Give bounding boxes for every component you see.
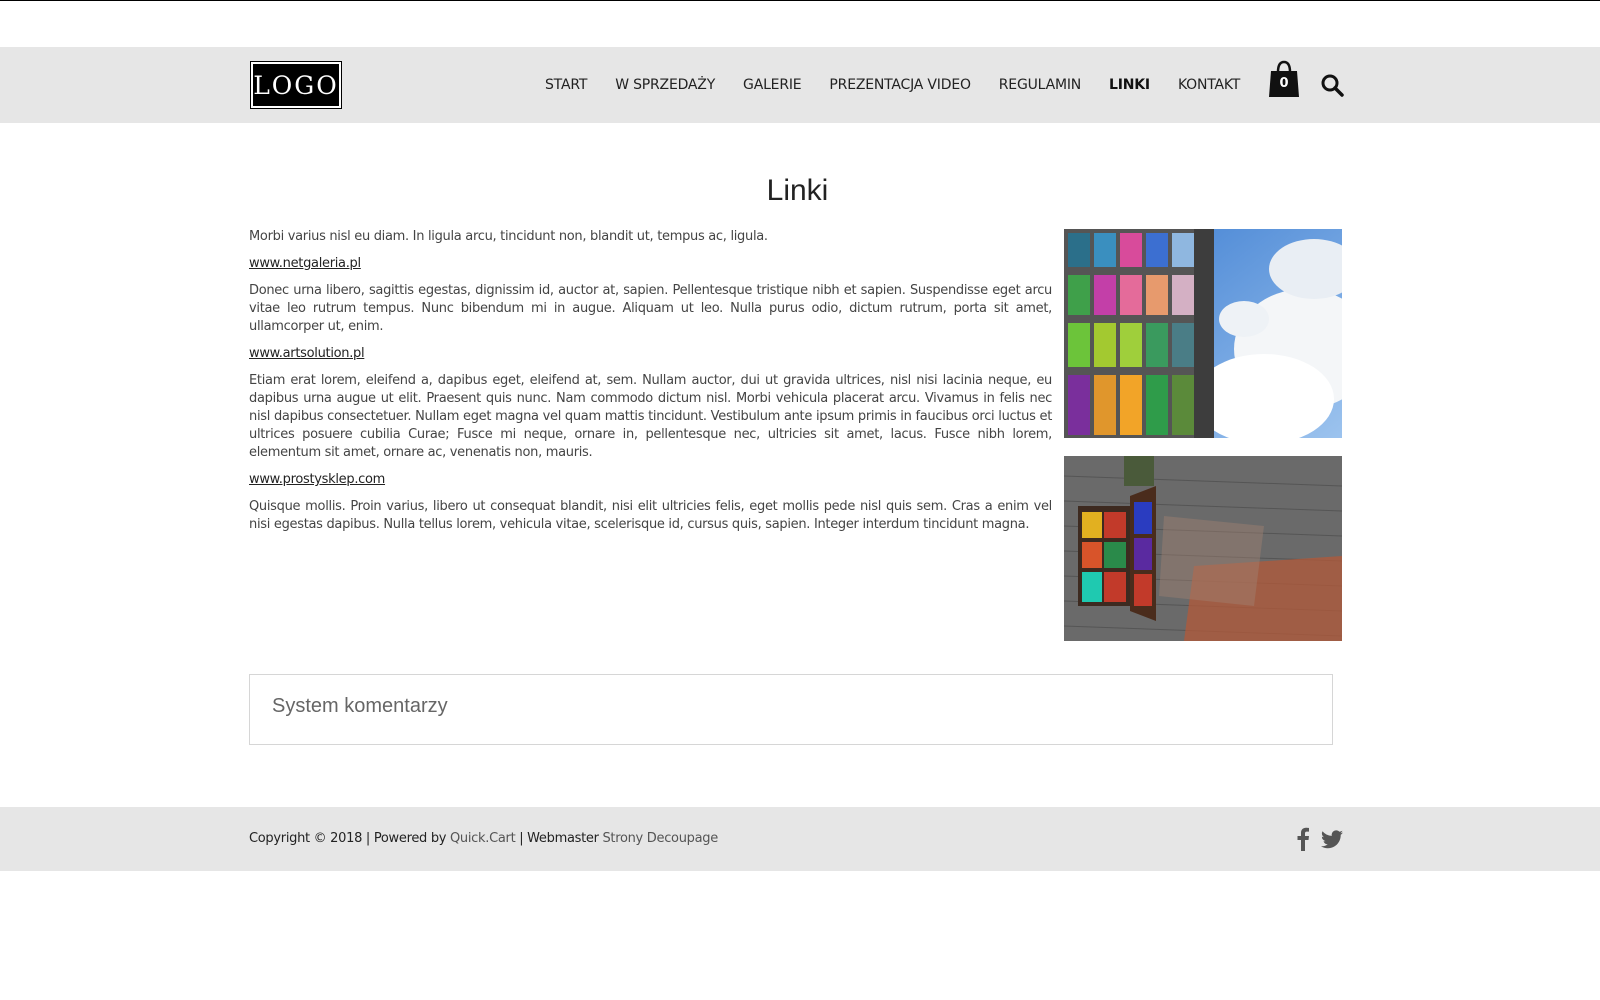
stained-glass-window-image	[1064, 456, 1342, 641]
site-footer: Copyright © 2018 | Powered by Quick.Cart…	[0, 807, 1600, 871]
content-paragraph: Etiam erat lorem, eleifend a, dapibus eg…	[249, 373, 1052, 460]
page-title: Linki	[766, 174, 829, 207]
nav-item-start[interactable]: START	[545, 77, 587, 93]
site-header: LOGO START W SPRZEDAŻY GALERIE PREZENTAC…	[0, 47, 1600, 123]
webmaster-link[interactable]: Strony Decoupage	[602, 831, 718, 846]
page-content: Morbi varius nisl eu diam. In ligula arc…	[249, 228, 1052, 543]
link-netgaleria[interactable]: www.netgaleria.pl	[249, 255, 361, 273]
search-icon	[1321, 74, 1344, 97]
footer-separator: | Webmaster	[515, 831, 603, 846]
nav-item-galerie[interactable]: GALERIE	[743, 77, 802, 93]
search-button[interactable]	[1320, 73, 1344, 97]
content-paragraph: Donec urna libero, sagittis egestas, dig…	[249, 283, 1052, 334]
nav-item-prezentacja-video[interactable]: PREZENTACJA VIDEO	[829, 77, 971, 93]
cart-button[interactable]: 0	[1268, 60, 1300, 98]
site-logo[interactable]: LOGO	[250, 61, 342, 109]
cart-count-badge: 0	[1279, 76, 1289, 91]
link-prostysklep[interactable]: www.prostysklep.com	[249, 471, 385, 489]
facebook-link[interactable]	[1296, 827, 1310, 851]
top-border	[0, 0, 1600, 1]
nav-item-w-sprzedazy[interactable]: W SPRZEDAŻY	[615, 77, 715, 93]
copyright-text: Copyright © 2018 | Powered by	[249, 831, 450, 846]
content-paragraph: Quisque mollis. Proin varius, libero ut …	[249, 499, 1052, 532]
content-paragraph: Morbi varius nisl eu diam. In ligula arc…	[249, 229, 768, 244]
twitter-icon	[1321, 830, 1343, 849]
nav-item-kontakt[interactable]: KONTAKT	[1178, 77, 1240, 93]
nav-item-regulamin[interactable]: REGULAMIN	[999, 77, 1081, 93]
facebook-icon	[1297, 827, 1309, 851]
colorful-building-image	[1064, 229, 1342, 438]
link-artsolution[interactable]: www.artsolution.pl	[249, 345, 365, 363]
footer-copyright: Copyright © 2018 | Powered by Quick.Cart…	[249, 831, 718, 846]
main-nav: START W SPRZEDAŻY GALERIE PREZENTACJA VI…	[545, 47, 1268, 123]
nav-item-linki[interactable]: LINKI	[1109, 77, 1150, 93]
powered-by-link[interactable]: Quick.Cart	[450, 831, 516, 846]
comments-box: System komentarzy	[249, 674, 1333, 745]
comments-title: System komentarzy	[272, 695, 448, 717]
twitter-link[interactable]	[1320, 827, 1344, 851]
